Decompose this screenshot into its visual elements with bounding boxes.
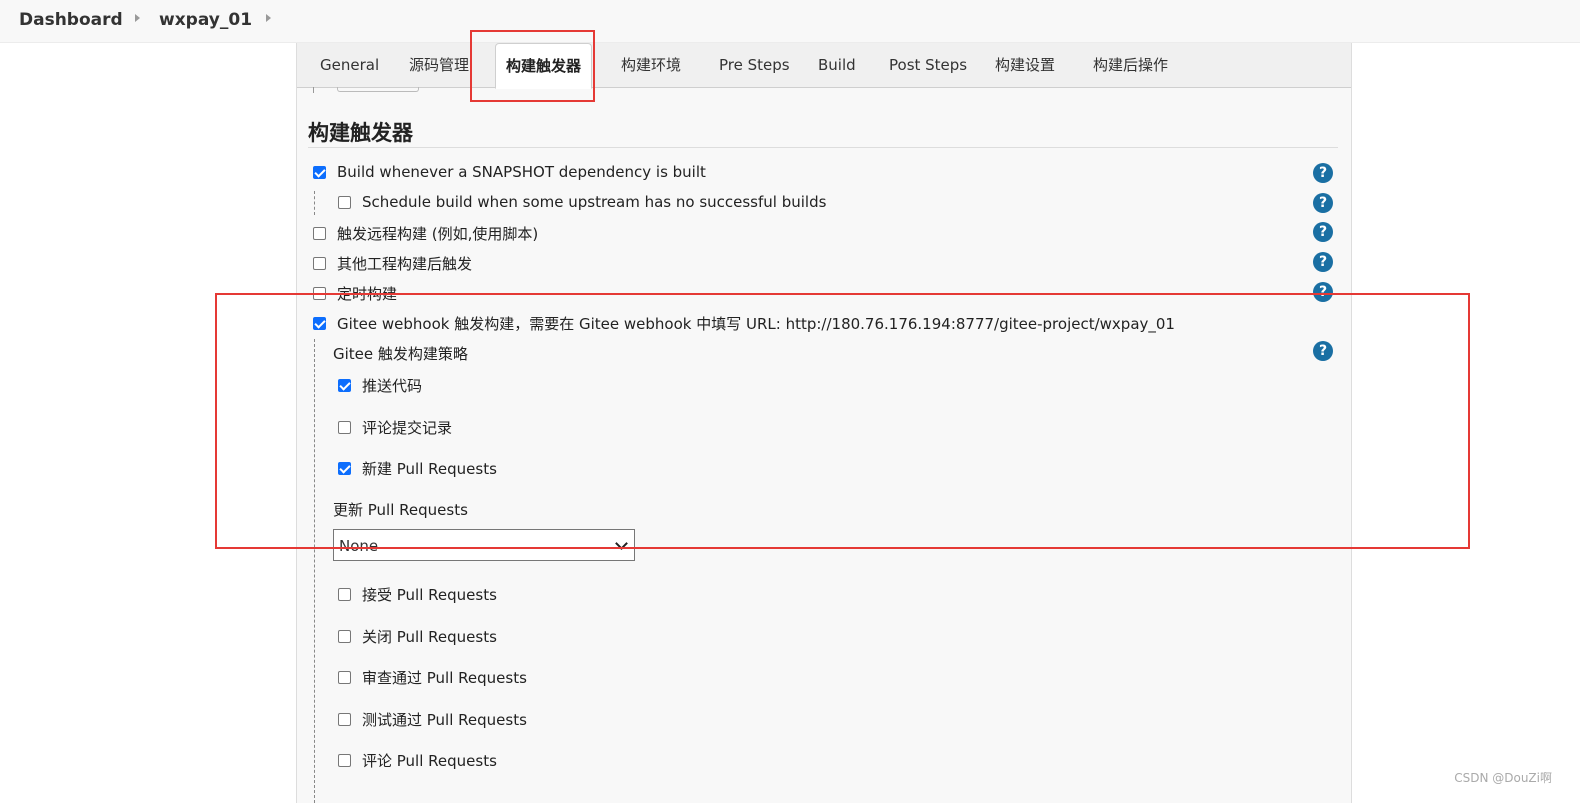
timer-checkbox[interactable]	[313, 287, 326, 300]
after-other-label: 其他工程构建后触发	[337, 255, 473, 273]
tab-build-triggers[interactable]: 构建触发器	[495, 43, 593, 89]
strategy-approve-pr[interactable]: 审查通过 Pull Requests	[338, 667, 527, 688]
tab-post-build[interactable]: 构建后操作	[1093, 43, 1168, 87]
section-guide-line	[313, 87, 314, 93]
section-divider	[308, 147, 1338, 148]
upstream-checkbox[interactable]	[338, 195, 351, 209]
strategy-new-pr[interactable]: 新建 Pull Requests	[338, 458, 497, 479]
after-other-checkbox[interactable]	[313, 257, 326, 270]
accept-pr-label: 接受 Pull Requests	[362, 586, 497, 604]
tab-build-env[interactable]: 构建环境	[621, 43, 681, 87]
help-icon[interactable]: ?	[1313, 163, 1333, 183]
help-icon[interactable]: ?	[1313, 341, 1333, 361]
strategy-comment-commit[interactable]: 评论提交记录	[338, 417, 452, 438]
strategy-close-pr[interactable]: 关闭 Pull Requests	[338, 626, 497, 647]
trigger-timer[interactable]: 定时构建	[313, 283, 397, 304]
comment-commit-label: 评论提交记录	[362, 419, 453, 437]
test-pr-label: 测试通过 Pull Requests	[362, 711, 527, 729]
breadcrumb-separator-icon[interactable]	[135, 14, 140, 22]
help-icon[interactable]: ?	[1313, 193, 1333, 213]
tab-scm[interactable]: 源码管理	[409, 43, 469, 87]
new-pr-label: 新建 Pull Requests	[362, 460, 497, 478]
config-panel: General 源码管理 构建触发器 构建环境 Pre Steps Build …	[296, 43, 1352, 803]
section-title: 构建触发器	[308, 121, 413, 145]
tab-bar: General 源码管理 构建触发器 构建环境 Pre Steps Build …	[297, 43, 1351, 89]
accept-pr-checkbox[interactable]	[338, 588, 351, 601]
new-pr-checkbox[interactable]	[338, 462, 351, 475]
breadcrumb-separator-icon[interactable]	[266, 14, 271, 22]
strategy-test-pr[interactable]: 测试通过 Pull Requests	[338, 709, 527, 730]
gitee-guide-line	[314, 339, 315, 803]
breadcrumb: Dashboard wxpay_01	[0, 0, 1580, 43]
tab-general[interactable]: General	[320, 43, 379, 87]
gitee-strategy-title: Gitee 触发构建策略	[333, 345, 468, 363]
collapsed-section-stub	[337, 87, 419, 92]
comment-commit-checkbox[interactable]	[338, 421, 351, 434]
close-pr-checkbox[interactable]	[338, 630, 351, 643]
comment-pr-label: 评论 Pull Requests	[362, 752, 497, 770]
timer-label: 定时构建	[337, 285, 398, 303]
trigger-remote[interactable]: 触发远程构建 (例如,使用脚本)	[313, 223, 538, 244]
help-icon[interactable]: ?	[1313, 222, 1333, 242]
strategy-accept-pr[interactable]: 接受 Pull Requests	[338, 584, 497, 605]
tab-post-steps[interactable]: Post Steps	[889, 43, 967, 87]
update-pr-label: 更新 Pull Requests	[333, 501, 468, 519]
gitee-label: Gitee webhook 触发构建，需要在 Gitee webhook 中填写…	[337, 315, 1175, 333]
upstream-label: Schedule build when some upstream has no…	[362, 193, 827, 211]
watermark: CSDN @DouZi啊	[1454, 771, 1552, 785]
help-icon[interactable]: ?	[1313, 252, 1333, 272]
gitee-checkbox[interactable]	[313, 317, 326, 330]
test-pr-checkbox[interactable]	[338, 713, 351, 726]
push-label: 推送代码	[362, 377, 423, 395]
strategy-push[interactable]: 推送代码	[338, 375, 422, 396]
update-pr-select[interactable]: None	[333, 529, 635, 561]
help-icon[interactable]: ?	[1313, 282, 1333, 302]
chevron-down-icon	[615, 537, 628, 550]
approve-pr-label: 审查通过 Pull Requests	[362, 669, 527, 687]
remote-checkbox[interactable]	[313, 227, 326, 240]
snapshot-label: Build whenever a SNAPSHOT dependency is …	[337, 163, 706, 181]
push-checkbox[interactable]	[338, 379, 351, 392]
comment-pr-checkbox[interactable]	[338, 754, 351, 767]
approve-pr-checkbox[interactable]	[338, 671, 351, 684]
remote-label: 触发远程构建 (例如,使用脚本)	[337, 225, 539, 243]
trigger-after-other[interactable]: 其他工程构建后触发	[313, 253, 472, 274]
tab-build-settings[interactable]: 构建设置	[995, 43, 1055, 87]
nested-guide-line	[314, 191, 315, 215]
breadcrumb-dashboard[interactable]: Dashboard	[19, 10, 123, 30]
close-pr-label: 关闭 Pull Requests	[362, 628, 497, 646]
strategy-comment-pr[interactable]: 评论 Pull Requests	[338, 750, 497, 771]
snapshot-checkbox[interactable]	[313, 165, 326, 179]
trigger-upstream[interactable]: Schedule build when some upstream has no…	[338, 193, 826, 211]
trigger-snapshot[interactable]: Build whenever a SNAPSHOT dependency is …	[313, 163, 706, 181]
update-pr-value: None	[339, 537, 379, 555]
tab-pre-steps[interactable]: Pre Steps	[719, 43, 790, 87]
breadcrumb-job[interactable]: wxpay_01	[159, 10, 252, 30]
tab-build[interactable]: Build	[818, 43, 856, 87]
trigger-gitee[interactable]: Gitee webhook 触发构建，需要在 Gitee webhook 中填写…	[313, 313, 1175, 334]
